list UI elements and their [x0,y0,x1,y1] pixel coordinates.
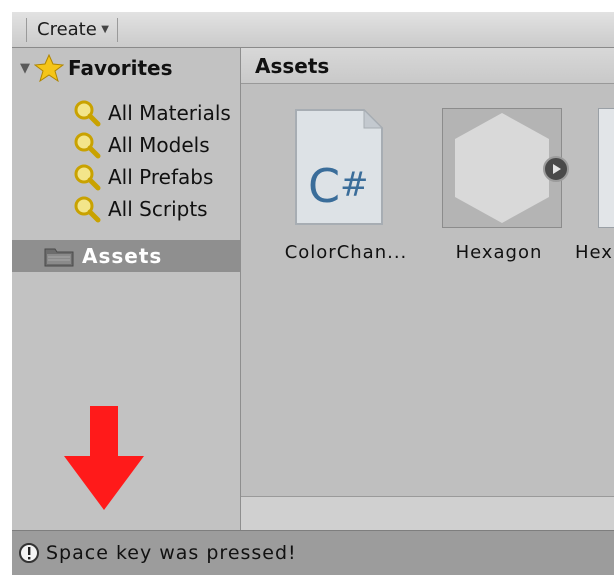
folder-icon [44,248,74,267]
asset-name: Hex [575,242,613,263]
favorite-label: All Scripts [108,197,208,221]
favorite-all-materials[interactable]: All Materials [72,98,231,128]
sidebar-item-label: Assets [82,244,163,268]
favorite-label: All Models [108,133,210,157]
svg-text:C: C [308,159,340,213]
create-dropdown-button[interactable]: Create ▼ [26,18,118,42]
favorite-all-models[interactable]: All Models [72,130,210,160]
star-icon [34,54,64,82]
magnifier-icon [74,164,101,191]
sidebar-item-assets[interactable]: Assets [12,240,240,272]
partial-asset-icon[interactable] [598,108,614,228]
asset-grid: C # ColorChan... Hexagon Hex [241,84,614,496]
assets-header: Assets [241,48,614,84]
create-label: Create [37,19,97,40]
csharp-script-icon: C # [295,108,384,225]
favorite-all-prefabs[interactable]: All Prefabs [72,162,213,192]
asset-item-colorchanger[interactable]: C # ColorChan... [285,108,439,268]
favorite-label: All Materials [108,101,231,125]
asset-name: ColorChan... [284,242,408,263]
dropdown-caret-icon: ▼ [101,24,109,35]
asset-item-hexagon[interactable]: Hexagon [429,108,579,268]
folder-tree-pane: ▼ Favorites All Materials All Models All… [12,48,241,530]
favorites-header[interactable]: ▼ Favorites [20,54,173,82]
status-message: Space key was pressed! [46,542,297,564]
asset-footer-bar [241,496,614,530]
magnifier-icon [74,100,101,127]
asset-name: Hexagon [455,242,543,263]
project-window: Create ▼ ▼ Favorites All Materials All M… [12,12,614,575]
collapse-triangle-icon[interactable]: ▼ [20,61,30,76]
favorite-label: All Prefabs [108,165,214,189]
expand-play-icon[interactable] [543,156,569,182]
red-arrow-down-icon [64,406,144,510]
favorites-label: Favorites [68,56,173,80]
svg-text:#: # [340,165,369,205]
favorite-all-scripts[interactable]: All Scripts [72,194,208,224]
magnifier-icon [74,196,101,223]
status-bar: Space key was pressed! [12,530,614,575]
magnifier-icon [74,132,101,159]
info-icon [19,543,39,563]
assets-header-title: Assets [255,54,330,78]
project-toolbar: Create ▼ [12,12,614,48]
